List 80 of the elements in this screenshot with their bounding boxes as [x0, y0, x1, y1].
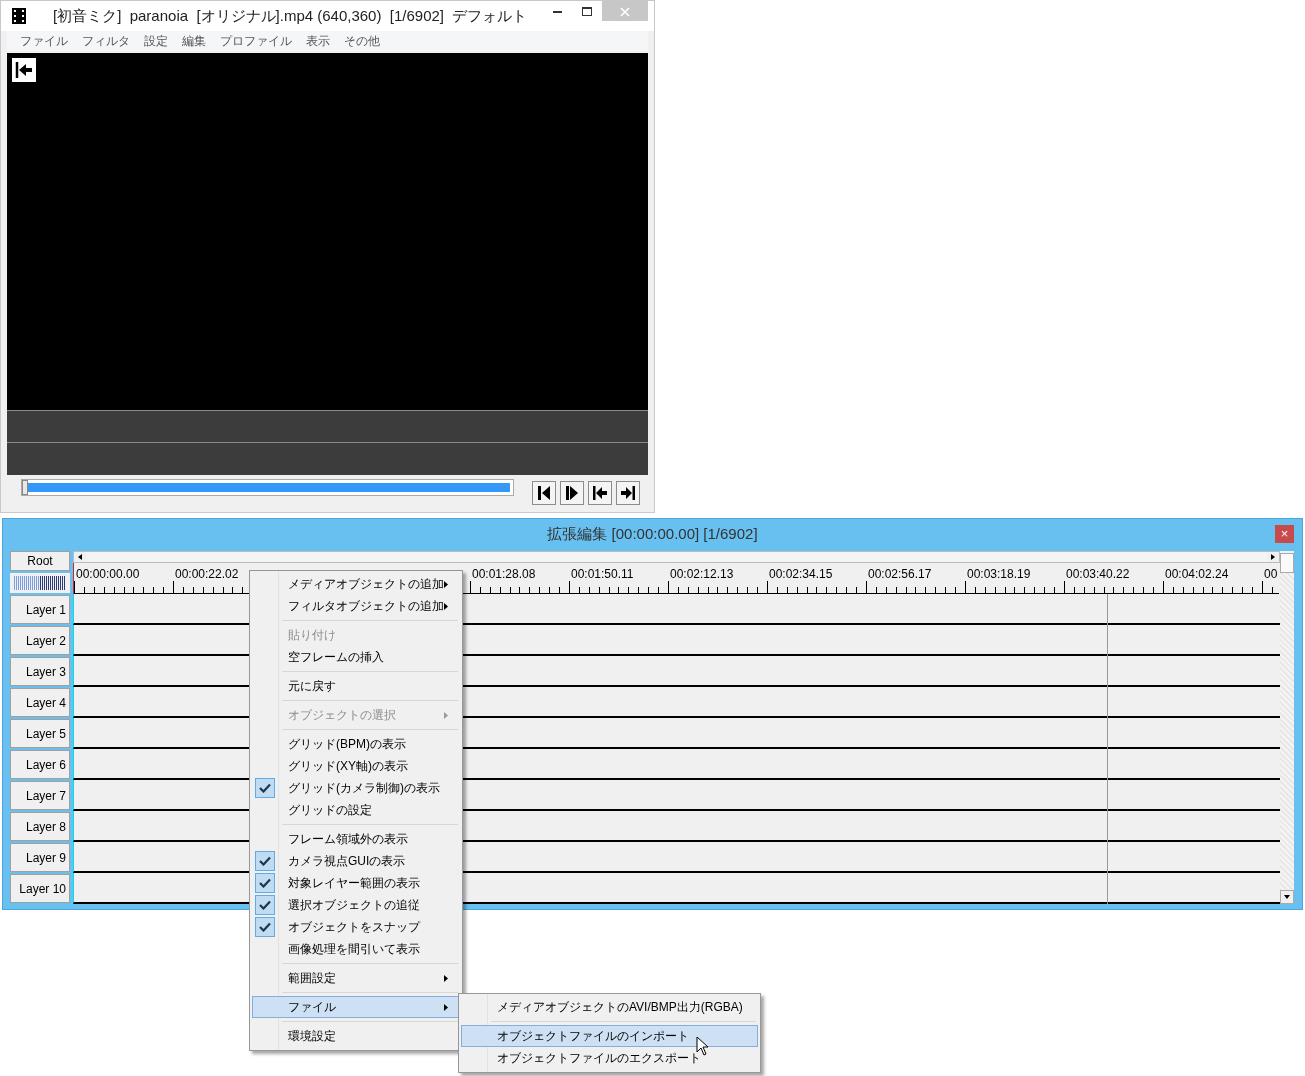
- menu-item[interactable]: グリッド(カメラ制御)の表示: [252, 777, 460, 799]
- submenu-arrow-icon: [444, 580, 448, 588]
- layer-button[interactable]: Layer 5: [10, 719, 70, 748]
- jump-start-icon: [592, 485, 608, 502]
- menu-item[interactable]: 元に戻す: [252, 675, 460, 697]
- time-label: 00:02:56.17: [868, 566, 932, 583]
- menu-item[interactable]: ファイル: [13, 30, 75, 51]
- menu-item[interactable]: グリッド(BPM)の表示: [252, 733, 460, 755]
- menu-item[interactable]: メディアオブジェクトのAVI/BMP出力(RGBA): [461, 996, 758, 1018]
- jump-end-icon: [620, 485, 636, 502]
- zoom-slider-icon[interactable]: [14, 576, 66, 590]
- menu-item[interactable]: 編集: [175, 30, 213, 51]
- time-label: 00:01:28.08: [472, 566, 536, 583]
- next-frame-button[interactable]: [560, 481, 584, 506]
- mouse-cursor-icon: [696, 1036, 709, 1056]
- seek-bar[interactable]: [21, 479, 514, 497]
- layer-button[interactable]: Layer 10: [10, 874, 70, 903]
- menu-item[interactable]: 選択オブジェクトの追従: [252, 894, 460, 916]
- submenu-arrow-icon: [444, 602, 448, 610]
- maximize-icon: [582, 7, 592, 17]
- menu-item[interactable]: オブジェクトファイルのエクスポート: [461, 1047, 758, 1069]
- scroll-down-icon[interactable]: [1284, 895, 1290, 899]
- menu-item[interactable]: 範囲設定: [252, 967, 460, 989]
- jump-start-button[interactable]: [588, 481, 612, 506]
- time-label: 00:04:02.24: [1165, 566, 1229, 583]
- menu-item[interactable]: 設定: [137, 30, 175, 51]
- time-label: 00:02:34.15: [769, 566, 833, 583]
- scroll-right-icon[interactable]: [1271, 554, 1275, 560]
- menu-item[interactable]: フィルタ: [75, 30, 137, 51]
- close-icon: [620, 6, 630, 17]
- menu-item[interactable]: 対象レイヤー範囲の表示: [252, 872, 460, 894]
- menu-item[interactable]: フィルタオブジェクトの追加: [252, 595, 460, 617]
- menu-item[interactable]: グリッド(XY軸)の表示: [252, 755, 460, 777]
- menu-item[interactable]: フレーム領域外の表示: [252, 828, 460, 850]
- time-label: 00:01:50.11: [571, 566, 634, 583]
- jump-to-start-icon[interactable]: [12, 57, 36, 82]
- horizontal-scrollbar[interactable]: [73, 551, 1280, 563]
- window-title: 拡張編集 [00:00:00.00] [1/6902]: [547, 523, 758, 544]
- layer-button[interactable]: Layer 9: [10, 843, 70, 872]
- layer-button[interactable]: Layer 4: [10, 688, 70, 717]
- menu-item[interactable]: オブジェクトファイルのインポート: [461, 1025, 758, 1047]
- layer-button[interactable]: Layer 1: [10, 595, 70, 624]
- menu-item[interactable]: 環境設定: [252, 1025, 460, 1047]
- scroll-left-icon[interactable]: [78, 554, 82, 560]
- close-button[interactable]: ×: [1275, 525, 1294, 543]
- time-label: 00:03:40.22: [1066, 566, 1130, 583]
- menu-item[interactable]: グリッドの設定: [252, 799, 460, 821]
- time-label: 00: [1264, 566, 1278, 583]
- menu-item[interactable]: 画像処理を間引いて表示: [252, 938, 460, 960]
- submenu-arrow-icon: [444, 974, 448, 982]
- time-label: 00:03:18.19: [967, 566, 1031, 583]
- menu-item[interactable]: カメラ視点GUIの表示: [252, 850, 460, 872]
- step-forward-icon: [565, 485, 579, 502]
- submenu-arrow-icon: [444, 711, 448, 719]
- window-title: [初音ミク] paranoia [オリジナル].mp4 (640,360) [1/6902] デフォルト: [53, 5, 528, 26]
- scroll-thumb[interactable]: [1280, 553, 1294, 573]
- layer-button[interactable]: Layer 3: [10, 657, 70, 686]
- menu-item[interactable]: その他: [337, 30, 387, 51]
- time-label: 00:00:00.00: [76, 566, 140, 583]
- layer-button[interactable]: Layer 6: [10, 750, 70, 779]
- layer-button[interactable]: Layer 2: [10, 626, 70, 655]
- menu-item[interactable]: 空フレームの挿入: [252, 646, 460, 668]
- jump-end-button[interactable]: [616, 481, 640, 506]
- seek-thumb[interactable]: [22, 480, 28, 496]
- menu-item[interactable]: プロファイル: [213, 30, 299, 51]
- time-label: 00:02:12.13: [670, 566, 734, 583]
- menu-item[interactable]: オブジェクトをスナップ: [252, 916, 460, 938]
- previous-frame-button[interactable]: [532, 481, 556, 506]
- film-icon: [12, 7, 26, 24]
- root-button[interactable]: Root: [10, 551, 70, 571]
- minimize-icon: [552, 10, 562, 14]
- vertical-scrollbar[interactable]: [1280, 551, 1294, 904]
- menu-item[interactable]: ファイル: [252, 996, 460, 1018]
- menu-item[interactable]: 表示: [299, 30, 337, 51]
- layer-button[interactable]: Layer 7: [10, 781, 70, 810]
- layer-button[interactable]: Layer 8: [10, 812, 70, 841]
- submenu-arrow-icon: [444, 1003, 448, 1011]
- step-back-icon: [537, 485, 551, 502]
- time-label: 00:00:22.02: [175, 566, 239, 583]
- menu-item[interactable]: メディアオブジェクトの追加: [252, 573, 460, 595]
